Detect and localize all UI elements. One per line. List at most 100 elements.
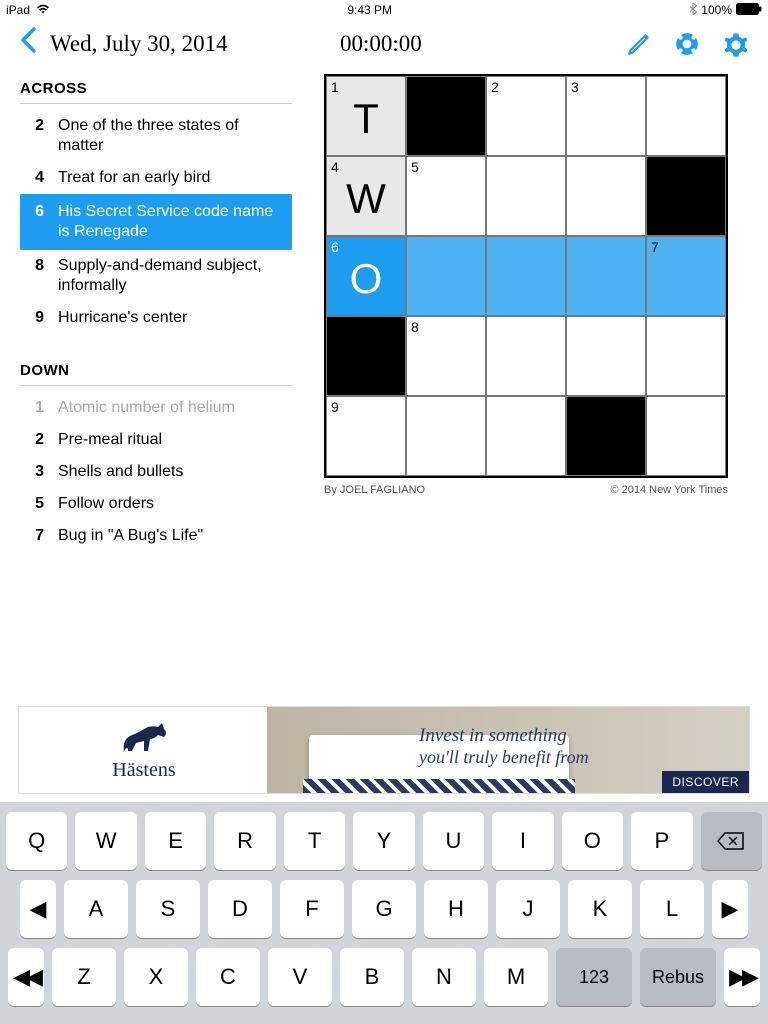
ad-cta[interactable]: DISCOVER: [662, 771, 749, 793]
key-l[interactable]: L: [640, 880, 704, 938]
cell-20[interactable]: 9: [326, 396, 406, 476]
header: Wed, July 30, 2014 00:00:00: [0, 20, 768, 68]
cell-24[interactable]: [646, 396, 726, 476]
key-y[interactable]: Y: [353, 812, 414, 870]
clue-text: Supply-and-demand subject, informally: [58, 256, 286, 296]
status-bar: iPad 9:43 PM 100%: [0, 0, 768, 20]
key-i[interactable]: I: [492, 812, 553, 870]
key-m[interactable]: M: [484, 948, 548, 1006]
cell-5[interactable]: 4W: [326, 156, 406, 236]
pencil-icon[interactable]: [626, 31, 652, 57]
key-e[interactable]: E: [145, 812, 206, 870]
key-rebus[interactable]: Rebus: [640, 948, 716, 1006]
key-q[interactable]: Q: [6, 812, 67, 870]
cell-13[interactable]: [566, 236, 646, 316]
cell-21[interactable]: [406, 396, 486, 476]
across-clue-6[interactable]: 6His Secret Service code name is Renegad…: [20, 194, 292, 250]
key-j[interactable]: J: [496, 880, 560, 938]
back-button[interactable]: [20, 27, 36, 61]
across-clue-4[interactable]: 4Treat for an early bird: [20, 162, 292, 194]
cell-23: [566, 396, 646, 476]
across-clue-8[interactable]: 8Supply-and-demand subject, informally: [20, 250, 292, 302]
key-123[interactable]: 123: [556, 948, 632, 1006]
key-u[interactable]: U: [423, 812, 484, 870]
key-o[interactable]: O: [562, 812, 623, 870]
cell-0[interactable]: 1T: [326, 76, 406, 156]
key-prev-clue[interactable]: ◀◀: [8, 948, 44, 1006]
cell-6[interactable]: 5: [406, 156, 486, 236]
down-clue-3[interactable]: 3Shells and bullets: [20, 456, 292, 488]
key-t[interactable]: T: [284, 812, 345, 870]
cell-12[interactable]: [486, 236, 566, 316]
clue-num: 6: [20, 202, 58, 242]
crossword-grid[interactable]: 1T 23 4W56O 7 8 9: [324, 74, 728, 478]
copyright: © 2014 New York Times: [610, 484, 728, 496]
key-p[interactable]: P: [631, 812, 692, 870]
cell-7[interactable]: [486, 156, 566, 236]
gear-icon[interactable]: [722, 31, 748, 57]
clue-num: 7: [20, 526, 58, 546]
down-clue-7[interactable]: 7Bug in "A Bug's Life": [20, 520, 292, 552]
key-w[interactable]: W: [75, 812, 136, 870]
key-n[interactable]: N: [412, 948, 476, 1006]
cell-8[interactable]: [566, 156, 646, 236]
clue-text: Shells and bullets: [58, 462, 286, 482]
across-clue-2[interactable]: 2One of the three states of matter: [20, 110, 292, 162]
key-x[interactable]: X: [124, 948, 188, 1006]
timer[interactable]: 00:00:00: [340, 31, 422, 57]
cell-num: 3: [571, 79, 579, 95]
clue-num: 9: [20, 308, 58, 328]
key-r[interactable]: R: [214, 812, 275, 870]
key-k[interactable]: K: [568, 880, 632, 938]
cell-num: 9: [331, 399, 339, 415]
clue-num: 4: [20, 168, 58, 188]
key-z[interactable]: Z: [52, 948, 116, 1006]
key-d[interactable]: D: [208, 880, 272, 938]
cell-16[interactable]: 8: [406, 316, 486, 396]
cell-14[interactable]: 7: [646, 236, 726, 316]
cell-22[interactable]: [486, 396, 566, 476]
key-b[interactable]: B: [340, 948, 404, 1006]
cell-letter: T: [327, 77, 405, 155]
cell-15: [326, 316, 406, 396]
key-v[interactable]: V: [268, 948, 332, 1006]
clue-text: Atomic number of helium: [58, 398, 286, 418]
key-s[interactable]: S: [136, 880, 200, 938]
cell-18[interactable]: [566, 316, 646, 396]
clue-num: 3: [20, 462, 58, 482]
device-label: iPad: [6, 3, 30, 17]
key-h[interactable]: H: [424, 880, 488, 938]
ad-banner[interactable]: Hästens Invest in something you'll truly…: [18, 706, 750, 794]
bluetooth-icon: [689, 3, 697, 18]
cell-19[interactable]: [646, 316, 726, 396]
key-backspace[interactable]: [701, 812, 762, 870]
cell-2[interactable]: 2: [486, 76, 566, 156]
across-header: ACROSS: [20, 80, 292, 104]
clue-text: Follow orders: [58, 494, 286, 514]
key-g[interactable]: G: [352, 880, 416, 938]
down-clue-5[interactable]: 5Follow orders: [20, 488, 292, 520]
key-arrow-right[interactable]: ▶: [712, 880, 748, 938]
cell-letter: O: [327, 237, 405, 315]
key-next-clue[interactable]: ▶▶: [724, 948, 760, 1006]
key-f[interactable]: F: [280, 880, 344, 938]
cell-10[interactable]: 6O: [326, 236, 406, 316]
battery-icon: [736, 3, 762, 18]
clue-num: 2: [20, 116, 58, 156]
cell-3[interactable]: 3: [566, 76, 646, 156]
key-arrow-left[interactable]: ◀: [20, 880, 56, 938]
key-c[interactable]: C: [196, 948, 260, 1006]
down-clue-1[interactable]: 1Atomic number of helium: [20, 392, 292, 424]
clue-text: His Secret Service code name is Renegade: [58, 202, 284, 242]
cell-4[interactable]: [646, 76, 726, 156]
cell-9: [646, 156, 726, 236]
cell-11[interactable]: [406, 236, 486, 316]
help-icon[interactable]: [674, 31, 700, 57]
horse-icon: [114, 719, 174, 757]
down-clue-2[interactable]: 2Pre-meal ritual: [20, 424, 292, 456]
key-a[interactable]: A: [64, 880, 128, 938]
status-time: 9:43 PM: [347, 3, 392, 17]
across-clue-9[interactable]: 9Hurricane's center: [20, 302, 292, 334]
clue-text: Treat for an early bird: [58, 168, 286, 188]
cell-17[interactable]: [486, 316, 566, 396]
